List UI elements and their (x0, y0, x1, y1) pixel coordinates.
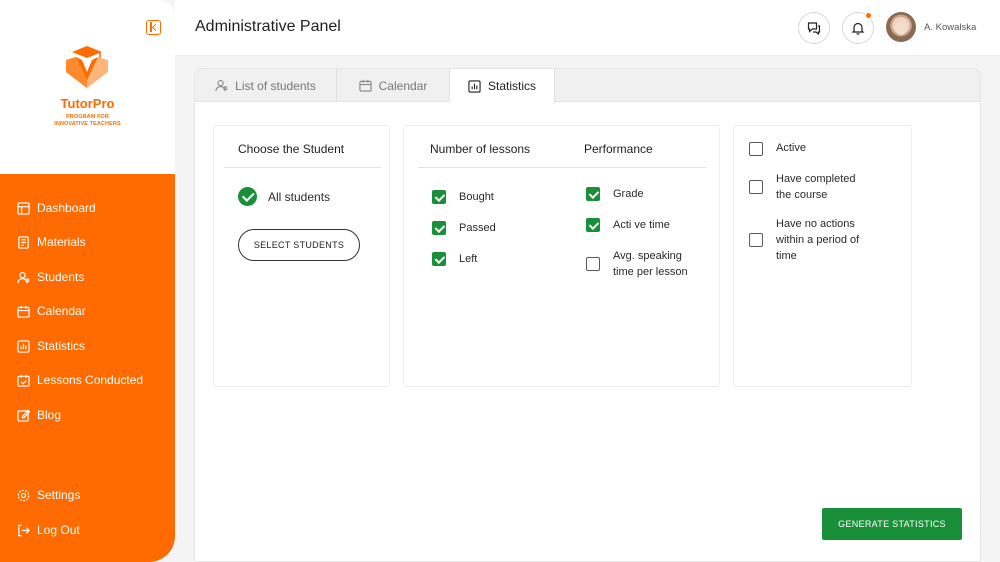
no-actions-line3: time (776, 250, 797, 262)
sidebar-item-label: Dashboard (37, 201, 96, 215)
sidebar-item-lessons-conducted[interactable]: Lessons Conducted (17, 370, 143, 390)
completed-course-line2: the course (776, 189, 828, 201)
status-filter-card: Active Have completed the course Have no… (733, 125, 912, 387)
bought-label: Bought (459, 191, 494, 203)
grade-checkbox[interactable] (586, 187, 600, 201)
active-label: Active (776, 142, 806, 154)
sidebar-item-label: Blog (37, 408, 62, 422)
lessons-icon (17, 374, 30, 387)
brand-tagline-line1: PROGRAM FOR (66, 114, 109, 120)
tab-bar: List of students Calendar Statistics (195, 69, 980, 103)
tab-label: Calendar (378, 78, 428, 93)
avg-speaking-time-line1: Avg. speaking (613, 250, 682, 262)
sidebar-item-statistics[interactable]: Statistics (17, 336, 85, 356)
no-actions-label: Have no actions within a period of time (776, 216, 859, 264)
passed-label: Passed (459, 222, 496, 234)
all-students-label: All students (268, 190, 331, 204)
statistics-icon (17, 339, 30, 353)
sidebar-item-label: Log Out (37, 523, 80, 537)
left-label: Left (459, 253, 478, 265)
calendar-icon (17, 305, 30, 318)
bought-checkbox[interactable] (432, 190, 446, 204)
avg-speaking-time-line2: time per lesson (613, 266, 688, 278)
no-actions-checkbox[interactable] (749, 233, 763, 247)
tab-statistics[interactable]: Statistics (450, 69, 555, 103)
divider (418, 167, 707, 168)
sidebar-item-logout[interactable]: Log Out (17, 520, 80, 540)
main-panel: List of students Calendar Statistics Cho… (194, 68, 981, 562)
dashboard-icon (17, 201, 30, 215)
students-icon (17, 271, 30, 283)
user-name[interactable]: A. Kowalska (924, 22, 976, 33)
passed-checkbox[interactable] (432, 221, 446, 235)
sidebar-item-label: Lessons Conducted (37, 373, 144, 387)
tab-list-of-students[interactable]: List of students (195, 69, 337, 102)
all-students-check-icon[interactable] (238, 187, 257, 206)
select-students-button[interactable]: SELECT STUDENTS (238, 229, 360, 261)
sidebar: TutorPro PROGRAM FOR INNOVATIVE TEACHERS… (0, 0, 175, 562)
sidebar-item-materials[interactable]: Materials (17, 232, 86, 252)
generate-statistics-button[interactable]: GENERATE STATISTICS (822, 508, 962, 540)
tab-calendar[interactable]: Calendar (337, 69, 450, 102)
statistics-icon (468, 79, 481, 93)
completed-course-label: Have completed the course (776, 171, 856, 203)
sidebar-item-blog[interactable]: Blog (17, 405, 61, 425)
card-heading-lessons: Number of lessons (430, 142, 531, 156)
sidebar-item-label: Students (37, 270, 85, 284)
avatar[interactable] (886, 12, 916, 42)
tab-label: List of students (235, 78, 316, 93)
materials-icon (18, 235, 29, 249)
active-checkbox[interactable] (749, 142, 763, 156)
sidebar-item-calendar[interactable]: Calendar (17, 301, 86, 321)
grade-label: Grade (613, 188, 644, 200)
chat-icon (807, 22, 821, 35)
messages-button[interactable] (798, 12, 830, 44)
gear-icon (17, 489, 30, 501)
completed-course-line1: Have completed (776, 173, 856, 185)
divider (224, 167, 381, 168)
avg-speaking-time-checkbox[interactable] (586, 257, 600, 271)
page-title: Administrative Panel (195, 18, 341, 35)
top-header: Administrative Panel A. Kowalska (175, 0, 1000, 56)
tab-label: Statistics (487, 79, 536, 93)
avg-speaking-time-label: Avg. speaking time per lesson (613, 248, 688, 280)
sidebar-item-settings[interactable]: Settings (17, 485, 80, 505)
lessons-performance-card: Number of lessons Performance Bought Pas… (403, 125, 720, 387)
sidebar-item-label: Statistics (37, 339, 86, 353)
notification-dot (865, 12, 872, 19)
tutorpro-logo (66, 46, 108, 88)
card-heading: Choose the Student (238, 142, 345, 156)
left-checkbox[interactable] (432, 252, 446, 266)
sidebar-header: TutorPro PROGRAM FOR INNOVATIVE TEACHERS (0, 0, 175, 174)
card-heading-performance: Performance (584, 142, 653, 156)
calendar-icon (359, 79, 372, 92)
brand-name: TutorPro (60, 96, 115, 111)
sidebar-item-students[interactable]: Students (17, 267, 84, 287)
active-time-checkbox[interactable] (586, 218, 600, 232)
brand-tagline-line2: INNOVATIVE TEACHERS (54, 121, 121, 127)
brand-tagline: PROGRAM FOR INNOVATIVE TEACHERS (0, 114, 175, 128)
completed-course-checkbox[interactable] (749, 180, 763, 194)
sidebar-item-label: Materials (37, 235, 86, 249)
logout-icon (18, 524, 30, 536)
notifications-button[interactable] (842, 12, 874, 44)
no-actions-line2: within a period of (776, 234, 860, 246)
no-actions-line1: Have no actions (776, 218, 855, 230)
sidebar-item-label: Calendar (37, 304, 86, 318)
collapse-sidebar-icon[interactable] (146, 20, 161, 35)
blog-icon (17, 409, 30, 422)
bell-icon (851, 22, 865, 35)
choose-student-card: Choose the Student All students SELECT S… (213, 125, 390, 387)
sidebar-item-dashboard[interactable]: Dashboard (17, 198, 96, 218)
students-icon (215, 80, 228, 92)
active-time-label: Acti ve time (613, 219, 670, 231)
sidebar-item-label: Settings (37, 488, 81, 502)
